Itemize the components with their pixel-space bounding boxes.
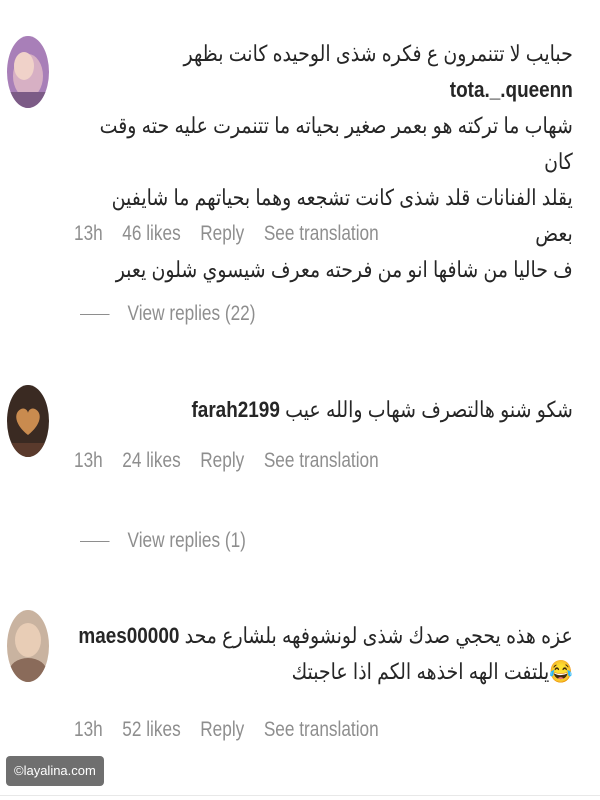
- see-translation-button[interactable]: See translation: [264, 718, 379, 741]
- avatar-image: [7, 36, 49, 108]
- username[interactable]: maes00000: [78, 623, 179, 648]
- see-translation-button[interactable]: See translation: [264, 449, 379, 472]
- replies-divider-line: [80, 313, 110, 315]
- comment-body: شكو شنو هالتصرف شهاب والله عيب farah2199: [74, 392, 573, 428]
- reply-button[interactable]: Reply: [200, 449, 244, 472]
- reply-button[interactable]: Reply: [200, 222, 244, 245]
- view-replies-label: View replies (22): [127, 302, 256, 325]
- comment-text-line: شكو شنو هالتصرف شهاب والله عيب farah2199: [191, 397, 573, 422]
- timestamp: 13h: [74, 222, 103, 245]
- avatar[interactable]: [7, 385, 49, 457]
- bottom-divider: [0, 795, 600, 796]
- comment-body: حبايب لا تتنمرون ع فكره شذى الوحيده كانت…: [74, 36, 573, 288]
- timestamp: 13h: [74, 718, 103, 741]
- username[interactable]: tota._.queenn: [450, 77, 573, 102]
- comment-actions: 13h 24 likes Reply See translation: [74, 449, 393, 473]
- comment-text-line: شهاب ما تركته هو بعمر صغير بحياته ما تتن…: [99, 113, 573, 174]
- comment-actions: 13h 46 likes Reply See translation: [74, 222, 393, 246]
- avatar-image: [7, 385, 49, 457]
- likes-count[interactable]: 52 likes: [122, 718, 180, 741]
- username[interactable]: farah2199: [191, 397, 279, 422]
- avatar-image: [7, 610, 49, 682]
- likes-count[interactable]: 46 likes: [122, 222, 180, 245]
- view-replies-button[interactable]: View replies (22): [80, 302, 255, 326]
- comment-text-line: عزه هذه يحجي صدك شذى لونشوفهه بلشارع محد…: [78, 623, 573, 648]
- comment-actions: 13h 52 likes Reply See translation: [74, 718, 393, 742]
- likes-count[interactable]: 24 likes: [122, 449, 180, 472]
- comment-text-line: ف حاليا من شافها انو من فرحته معرف شيسوي…: [115, 257, 573, 282]
- replies-divider-line: [80, 540, 110, 542]
- comment-text-line: 😂يلتفت الهه اخذهه الكم اذا عاجبتك: [291, 659, 573, 684]
- avatar[interactable]: [7, 36, 49, 108]
- comment-body: عزه هذه يحجي صدك شذى لونشوفهه بلشارع محد…: [74, 618, 573, 690]
- view-replies-label: View replies (1): [127, 529, 246, 552]
- view-replies-button[interactable]: View replies (1): [80, 529, 246, 553]
- timestamp: 13h: [74, 449, 103, 472]
- see-translation-button[interactable]: See translation: [264, 222, 379, 245]
- avatar[interactable]: [7, 610, 49, 682]
- watermark: ©layalina.com: [6, 756, 104, 786]
- reply-button[interactable]: Reply: [200, 718, 244, 741]
- comment-text-line: حبايب لا تتنمرون ع فكره شذى الوحيده كانت…: [183, 41, 573, 102]
